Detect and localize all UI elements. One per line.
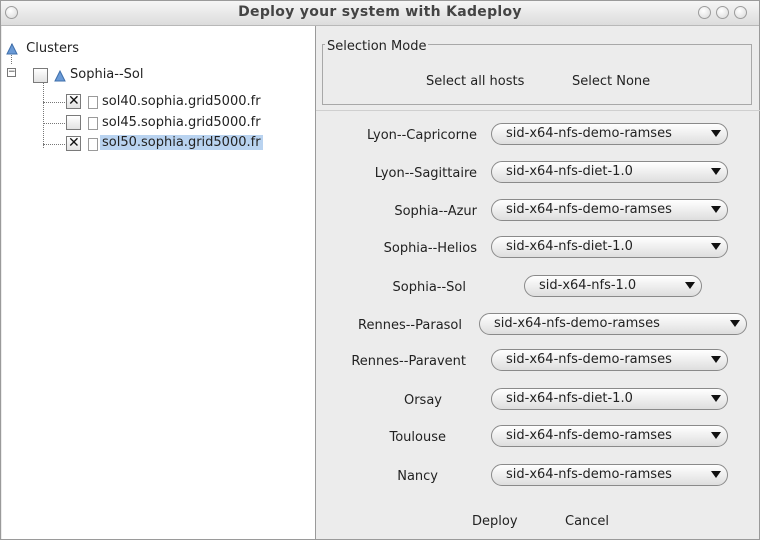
close-icon[interactable] bbox=[734, 6, 747, 19]
dropdown-arrow-icon bbox=[711, 471, 721, 478]
host-file-icon bbox=[88, 138, 98, 151]
tree-connector bbox=[43, 72, 44, 148]
image-select-value: sid-x64-nfs-diet-1.0 bbox=[506, 239, 633, 254]
dropdown-arrow-icon bbox=[711, 432, 721, 439]
cluster-name-label: Toulouse bbox=[389, 430, 446, 445]
host-label-sol50[interactable]: sol50.sophia.grid5000.fr bbox=[100, 135, 263, 150]
image-select[interactable]: sid-x64-nfs-demo-ramses bbox=[491, 425, 728, 447]
deploy-panel: Selection Mode Select all hosts Select N… bbox=[316, 26, 760, 539]
window-title: Deploy your system with Kadeploy bbox=[238, 4, 522, 20]
image-select[interactable]: sid-x64-nfs-demo-ramses bbox=[491, 123, 728, 145]
cluster-row: Orsay sid-x64-nfs-diet-1.0 bbox=[316, 388, 760, 414]
dropdown-arrow-icon bbox=[711, 243, 721, 250]
tree-connector bbox=[43, 102, 65, 103]
deploy-button[interactable]: Deploy bbox=[472, 514, 518, 529]
host-label-sol45[interactable]: sol45.sophia.grid5000.fr bbox=[102, 115, 261, 130]
separator bbox=[316, 110, 760, 111]
cluster-name-label: Nancy bbox=[397, 469, 438, 484]
image-select-value: sid-x64-nfs-demo-ramses bbox=[506, 202, 672, 217]
image-select-value: sid-x64-nfs-demo-ramses bbox=[506, 428, 672, 443]
cluster-row: Sophia--Sol sid-x64-nfs-1.0 bbox=[316, 275, 760, 301]
host-file-icon bbox=[88, 96, 98, 109]
host-checkbox-sol50[interactable]: ✕ bbox=[66, 135, 81, 151]
image-select-value: sid-x64-nfs-diet-1.0 bbox=[506, 391, 633, 406]
image-select-value: sid-x64-nfs-demo-ramses bbox=[506, 467, 672, 482]
cluster-name-label: Sophia--Helios bbox=[383, 241, 477, 256]
image-select[interactable]: sid-x64-nfs-demo-ramses bbox=[491, 349, 728, 371]
cancel-button[interactable]: Cancel bbox=[565, 514, 609, 529]
cluster-row: Sophia--Helios sid-x64-nfs-diet-1.0 bbox=[316, 236, 760, 262]
title-bar[interactable]: Deploy your system with Kadeploy bbox=[1, 1, 759, 26]
select-none-button[interactable]: Select None bbox=[572, 74, 650, 89]
cluster-name-label: Sophia--Sol bbox=[392, 280, 466, 295]
host-label-sol40[interactable]: sol40.sophia.grid5000.fr bbox=[102, 94, 261, 109]
dropdown-arrow-icon bbox=[711, 168, 721, 175]
cluster-name-label: Lyon--Sagittaire bbox=[374, 166, 477, 181]
cluster-icon bbox=[54, 70, 66, 82]
cluster-row: Nancy sid-x64-nfs-demo-ramses bbox=[316, 464, 760, 490]
image-select-value: sid-x64-nfs-1.0 bbox=[539, 278, 637, 293]
selection-mode-title: Selection Mode bbox=[325, 39, 429, 54]
image-select[interactable]: sid-x64-nfs-demo-ramses bbox=[491, 464, 728, 486]
image-select[interactable]: sid-x64-nfs-demo-ramses bbox=[491, 199, 728, 221]
cluster-name-label: Orsay bbox=[403, 393, 442, 408]
cluster-row: Rennes--Parasol sid-x64-nfs-demo-ramses bbox=[316, 313, 760, 339]
dropdown-arrow-icon bbox=[711, 395, 721, 402]
cluster-row: Sophia--Azur sid-x64-nfs-demo-ramses bbox=[316, 199, 760, 225]
cluster-folder-icon bbox=[6, 42, 18, 54]
cluster-row: Lyon--Capricorne sid-x64-nfs-demo-ramses bbox=[316, 123, 760, 149]
cluster-name-label: Rennes--Paravent bbox=[351, 354, 466, 369]
select-all-hosts-button[interactable]: Select all hosts bbox=[426, 74, 524, 89]
image-select[interactable]: sid-x64-nfs-1.0 bbox=[524, 275, 702, 297]
host-checkbox-sol40[interactable]: ✕ bbox=[66, 93, 81, 109]
dropdown-arrow-icon bbox=[711, 356, 721, 363]
image-select[interactable]: sid-x64-nfs-diet-1.0 bbox=[491, 388, 728, 410]
minimize-icon[interactable] bbox=[698, 6, 711, 19]
cluster-name-label: Rennes--Parasol bbox=[358, 318, 462, 333]
host-tree[interactable]: Clusters − Sophia--Sol ✕ sol40.sophia.gr… bbox=[2, 26, 316, 539]
image-select-value: sid-x64-nfs-demo-ramses bbox=[494, 316, 660, 331]
cluster-name-label: Sophia--Azur bbox=[394, 204, 477, 219]
tree-root[interactable]: Clusters bbox=[6, 40, 79, 58]
cluster-name-label: Lyon--Capricorne bbox=[366, 128, 477, 143]
image-select[interactable]: sid-x64-nfs-diet-1.0 bbox=[491, 161, 728, 183]
tree-root-label: Clusters bbox=[26, 41, 80, 56]
maximize-icon[interactable] bbox=[716, 6, 729, 19]
image-select[interactable]: sid-x64-nfs-demo-ramses bbox=[479, 313, 747, 335]
dropdown-arrow-icon bbox=[685, 282, 695, 289]
check-mark-icon: ✕ bbox=[68, 93, 80, 109]
cluster-row: Rennes--Paravent sid-x64-nfs-demo-ramses bbox=[316, 349, 760, 375]
cluster-row: Lyon--Sagittaire sid-x64-nfs-diet-1.0 bbox=[316, 161, 760, 187]
image-select[interactable]: sid-x64-nfs-diet-1.0 bbox=[491, 236, 728, 258]
cluster-checkbox[interactable] bbox=[33, 68, 48, 83]
host-checkbox-sol45[interactable] bbox=[66, 115, 81, 130]
cluster-row: Toulouse sid-x64-nfs-demo-ramses bbox=[316, 425, 760, 451]
kadeploy-window: Deploy your system with Kadeploy Cluster… bbox=[0, 0, 760, 540]
check-mark-icon: ✕ bbox=[68, 135, 80, 151]
collapse-toggle-icon[interactable]: − bbox=[7, 68, 16, 77]
image-select-value: sid-x64-nfs-demo-ramses bbox=[506, 352, 672, 367]
dropdown-arrow-icon bbox=[730, 320, 740, 327]
tree-connector bbox=[43, 123, 65, 124]
host-file-icon bbox=[88, 117, 98, 130]
image-select-value: sid-x64-nfs-demo-ramses bbox=[506, 126, 672, 141]
tree-connector bbox=[43, 144, 65, 145]
cluster-label[interactable]: Sophia--Sol bbox=[70, 67, 143, 82]
image-select-value: sid-x64-nfs-diet-1.0 bbox=[506, 164, 633, 179]
dropdown-arrow-icon bbox=[711, 130, 721, 137]
dropdown-arrow-icon bbox=[711, 206, 721, 213]
